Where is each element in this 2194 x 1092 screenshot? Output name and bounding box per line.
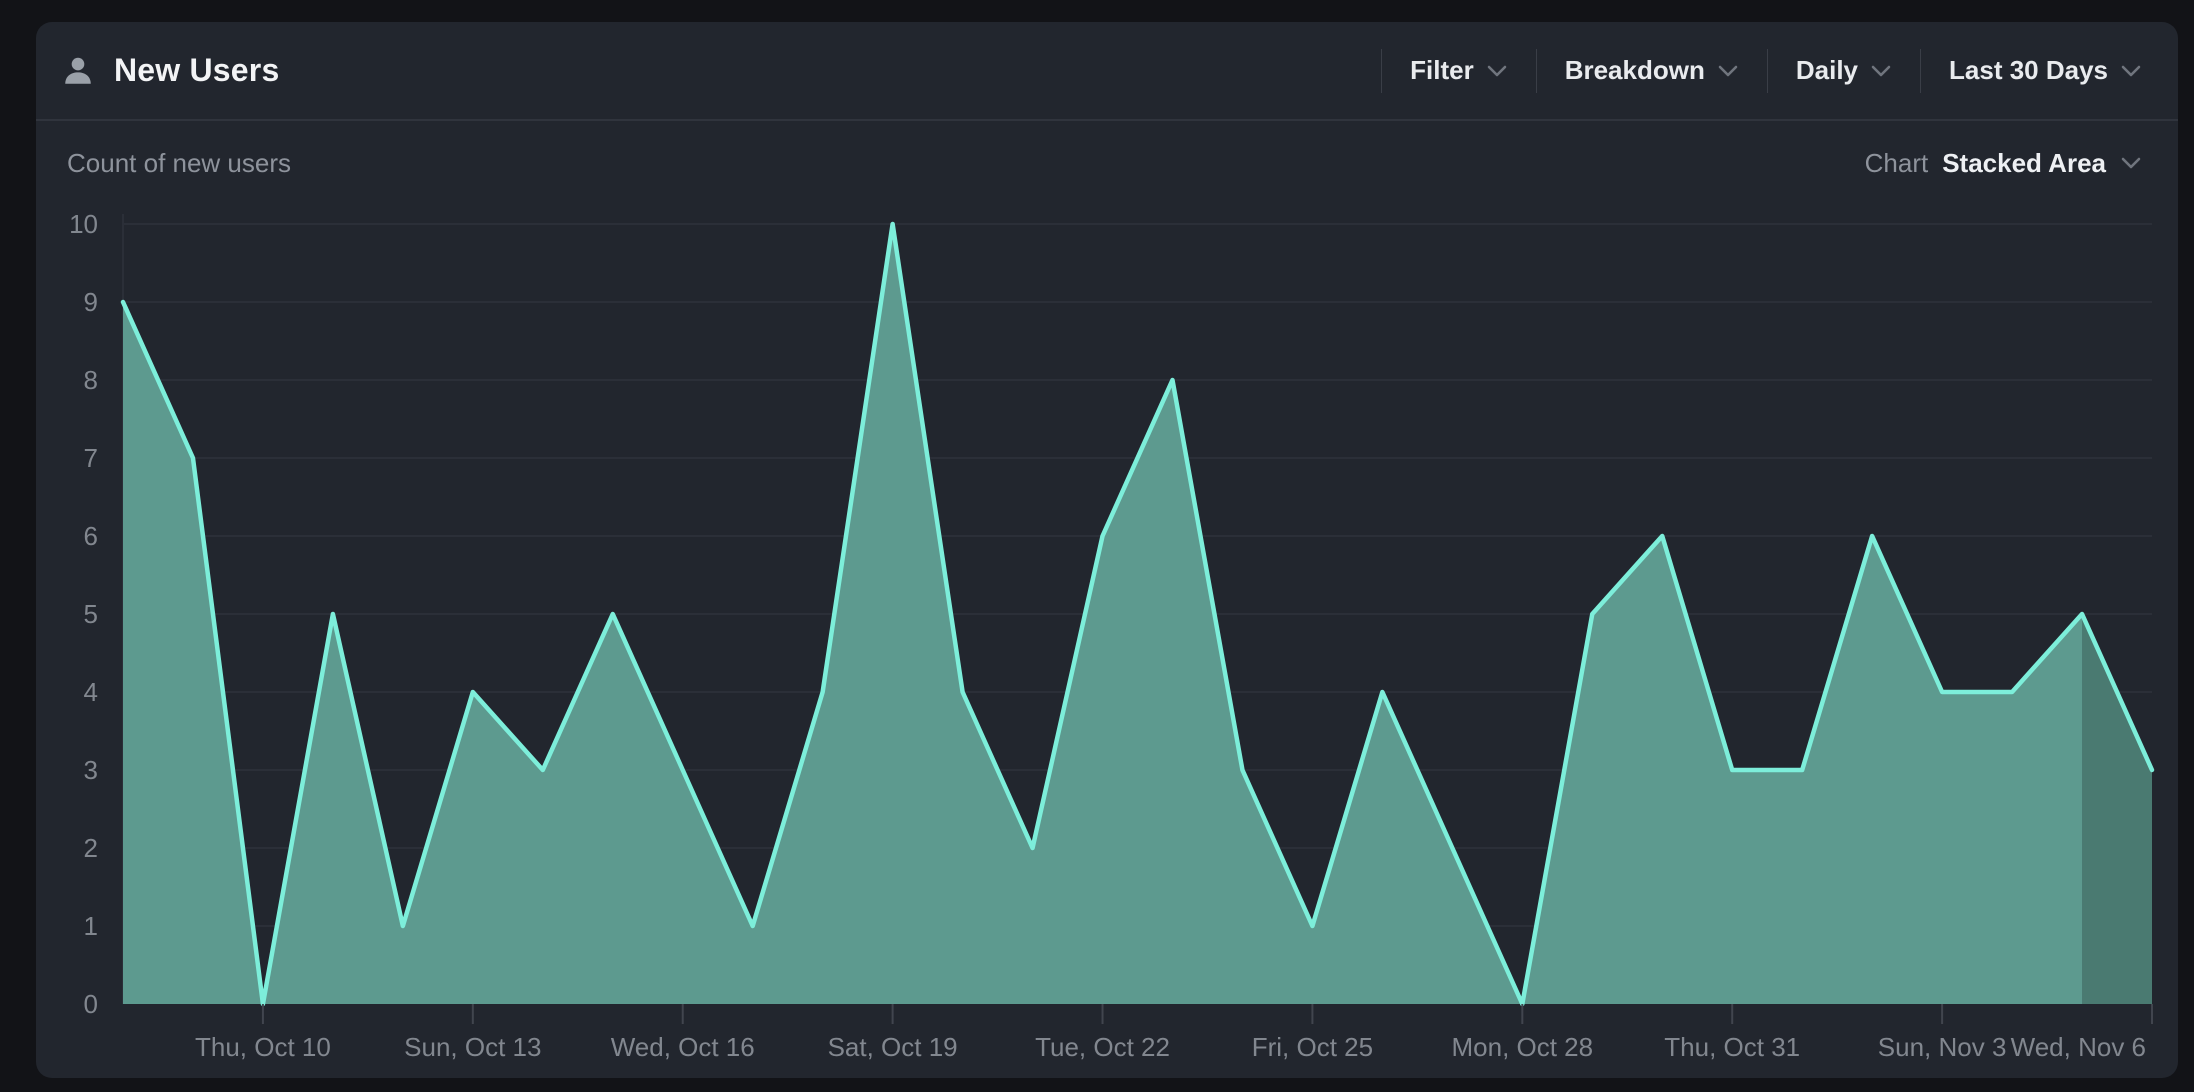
x-axis-label: Wed, Oct 16: [611, 1032, 755, 1062]
chart-type-label: Chart: [1865, 148, 1929, 179]
chart-type-value: Stacked Area: [1942, 148, 2106, 179]
y-axis-label: 4: [84, 677, 98, 707]
filter-dropdown-label: Filter: [1410, 55, 1474, 86]
y-axis-label: 1: [84, 911, 98, 941]
x-axis-label: Sun, Oct 13: [404, 1032, 541, 1062]
x-axis-label: Sun, Nov 3: [1878, 1032, 2007, 1062]
new-users-widget: 0 1 2 3 4 5 6 7 8 9 10 Thu, Oct 10 Sun, Oct 13 Wed, O…: [36, 22, 2178, 1078]
x-axis-label: Thu, Oct 31: [1664, 1032, 1800, 1062]
y-axis-label: 9: [84, 287, 98, 317]
x-axis-label: Wed, Nov 6: [2011, 1032, 2146, 1062]
x-axis-label: Sat, Oct 19: [828, 1032, 958, 1062]
x-axis-label: Fri, Oct 25: [1252, 1032, 1373, 1062]
breakdown-dropdown-label: Breakdown: [1565, 55, 1705, 86]
y-axis-label: 6: [84, 521, 98, 551]
chevron-down-icon: [2120, 156, 2142, 170]
y-axis-label: 10: [69, 209, 98, 239]
chevron-down-icon: [1717, 64, 1739, 78]
chevron-down-icon: [1486, 64, 1508, 78]
chart-type-dropdown[interactable]: Chart Stacked Area: [1865, 148, 2142, 179]
granularity-dropdown[interactable]: Daily: [1768, 55, 1920, 86]
date-range-dropdown-label: Last 30 Days: [1949, 55, 2108, 86]
y-axis-label: 3: [84, 755, 98, 785]
y-axis-label: 0: [84, 989, 98, 1019]
chevron-down-icon: [2120, 64, 2142, 78]
y-axis-label: 2: [84, 833, 98, 863]
page-title: New Users: [114, 52, 279, 89]
x-axis-label: Mon, Oct 28: [1451, 1032, 1593, 1062]
chevron-down-icon: [1870, 64, 1892, 78]
breakdown-dropdown[interactable]: Breakdown: [1537, 55, 1767, 86]
area-fill-partial-period: [2082, 614, 2152, 1004]
y-axis-label: 8: [84, 365, 98, 395]
chart-toolbar: Count of new users Chart Stacked Area: [36, 121, 2178, 205]
filter-dropdown[interactable]: Filter: [1382, 55, 1536, 86]
granularity-dropdown-label: Daily: [1796, 55, 1858, 86]
metric-label: Count of new users: [67, 148, 291, 179]
x-axis-label: Thu, Oct 10: [195, 1032, 331, 1062]
y-axis-label: 5: [84, 599, 98, 629]
x-axis-label: Tue, Oct 22: [1035, 1032, 1170, 1062]
date-range-dropdown[interactable]: Last 30 Days: [1921, 55, 2142, 86]
y-axis-label: 7: [84, 443, 98, 473]
header-controls: Filter Breakdown Daily Las: [1381, 22, 2142, 119]
person-icon: [60, 53, 96, 89]
widget-header: New Users Filter Breakdown Daily: [36, 22, 2178, 121]
